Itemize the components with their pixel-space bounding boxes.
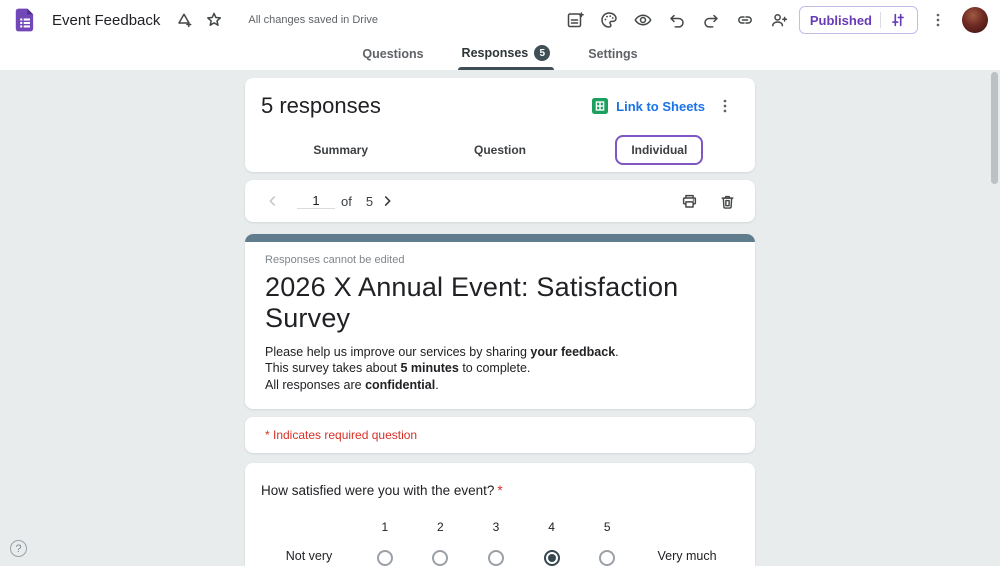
scale-option: 2 (413, 520, 469, 566)
responses-kebab-menu-icon[interactable] (711, 92, 739, 120)
redo-icon[interactable] (697, 6, 725, 34)
tab-settings[interactable]: Settings (586, 47, 639, 70)
scale-option: 1 (357, 520, 413, 566)
app-header: Event Feedback All changes saved in Driv… (0, 0, 1000, 40)
pagination-total: 5 (365, 193, 374, 209)
help-icon[interactable]: ? (10, 540, 27, 557)
required-asterisk: * (497, 482, 503, 498)
document-title[interactable]: Event Feedback (52, 12, 160, 29)
description-line: All responses are confidential. (265, 377, 439, 392)
account-avatar[interactable] (962, 7, 988, 33)
form-description: Please help us improve our services by s… (265, 344, 735, 393)
view-tab-summary[interactable]: Summary (261, 128, 420, 172)
pagination-of-label: of (341, 193, 352, 209)
response-view-tabs: Summary Question Individual (261, 128, 739, 172)
forms-icon[interactable] (12, 7, 38, 33)
form-title: 2026 X Annual Event: Satisfaction Survey (265, 272, 679, 333)
response-pagination-card: of 5 (245, 180, 755, 222)
star-icon[interactable] (200, 6, 228, 34)
divider (880, 12, 881, 28)
print-icon[interactable] (675, 187, 703, 215)
response-number-input[interactable] (297, 193, 335, 209)
scale-radio[interactable] (543, 549, 560, 566)
move-icon[interactable] (170, 6, 198, 34)
scale-radio[interactable] (376, 549, 393, 566)
view-tab-question[interactable]: Question (420, 128, 579, 172)
published-label: Published (809, 12, 872, 28)
required-note-card: * Indicates required question (245, 416, 755, 453)
palette-icon[interactable] (595, 6, 623, 34)
scale-max-label: Very much (657, 548, 717, 563)
responses-count-badge: 5 (534, 45, 551, 61)
scale-radio[interactable] (599, 549, 616, 566)
scale-radio[interactable] (487, 549, 504, 566)
tab-responses[interactable]: Responses 5 (457, 45, 554, 70)
scale-option: 4 (524, 520, 580, 566)
link-icon[interactable] (731, 6, 759, 34)
scale-option: 3 (468, 520, 524, 566)
tune-icon (889, 11, 907, 29)
preview-eye-icon[interactable] (629, 6, 657, 34)
scale-number: 1 (381, 519, 389, 534)
kebab-menu-icon[interactable] (924, 6, 952, 34)
scale-min-label: Not very (285, 548, 333, 563)
saved-status[interactable]: All changes saved in Drive (248, 14, 378, 26)
scale-option: 5 (579, 520, 635, 566)
responses-count-title: 5 responses (261, 93, 381, 118)
person-add-icon[interactable] (765, 6, 793, 34)
description-line: This survey takes about 5 minutes to com… (265, 361, 531, 376)
form-nav-tabs: Questions Responses 5 Settings (0, 40, 1000, 70)
link-to-sheets-button[interactable]: Link to Sheets (592, 98, 705, 114)
delete-icon[interactable] (713, 187, 741, 215)
form-header-card: Responses cannot be edited 2026 X Annual… (245, 234, 755, 409)
view-tab-individual[interactable]: Individual (580, 128, 739, 172)
scale-radio[interactable] (432, 549, 449, 566)
scale-number: 3 (492, 519, 500, 534)
responses-summary-card: 5 responses Link to Sheets Summary Quest… (245, 78, 755, 172)
scale-number: 5 (603, 519, 611, 534)
scale-number: 2 (437, 519, 444, 534)
tab-questions[interactable]: Questions (360, 47, 425, 70)
linear-scale: Not very 1 2 3 4 5 Very much (261, 520, 739, 566)
link-to-sheets-label: Link to Sheets (616, 98, 705, 114)
chevron-left-icon[interactable] (259, 187, 287, 215)
required-note: * Indicates required question (265, 427, 418, 442)
question-text: How satisfied were you with the event? * (261, 482, 503, 498)
description-line: Please help us improve our services by s… (265, 345, 619, 359)
responses-page: 5 responses Link to Sheets Summary Quest… (0, 70, 1000, 566)
scrollbar-thumb[interactable] (991, 72, 998, 184)
chevron-right-icon[interactable] (373, 187, 401, 215)
form-notice: Responses cannot be edited (265, 254, 405, 266)
import-questions-icon[interactable] (561, 6, 589, 34)
sheets-icon (592, 98, 609, 114)
form-theme-band (245, 234, 755, 242)
question-card-satisfaction: How satisfied were you with the event? * … (245, 462, 755, 566)
scale-number: 4 (548, 519, 555, 534)
published-button[interactable]: Published (798, 6, 918, 34)
undo-icon[interactable] (663, 6, 691, 34)
